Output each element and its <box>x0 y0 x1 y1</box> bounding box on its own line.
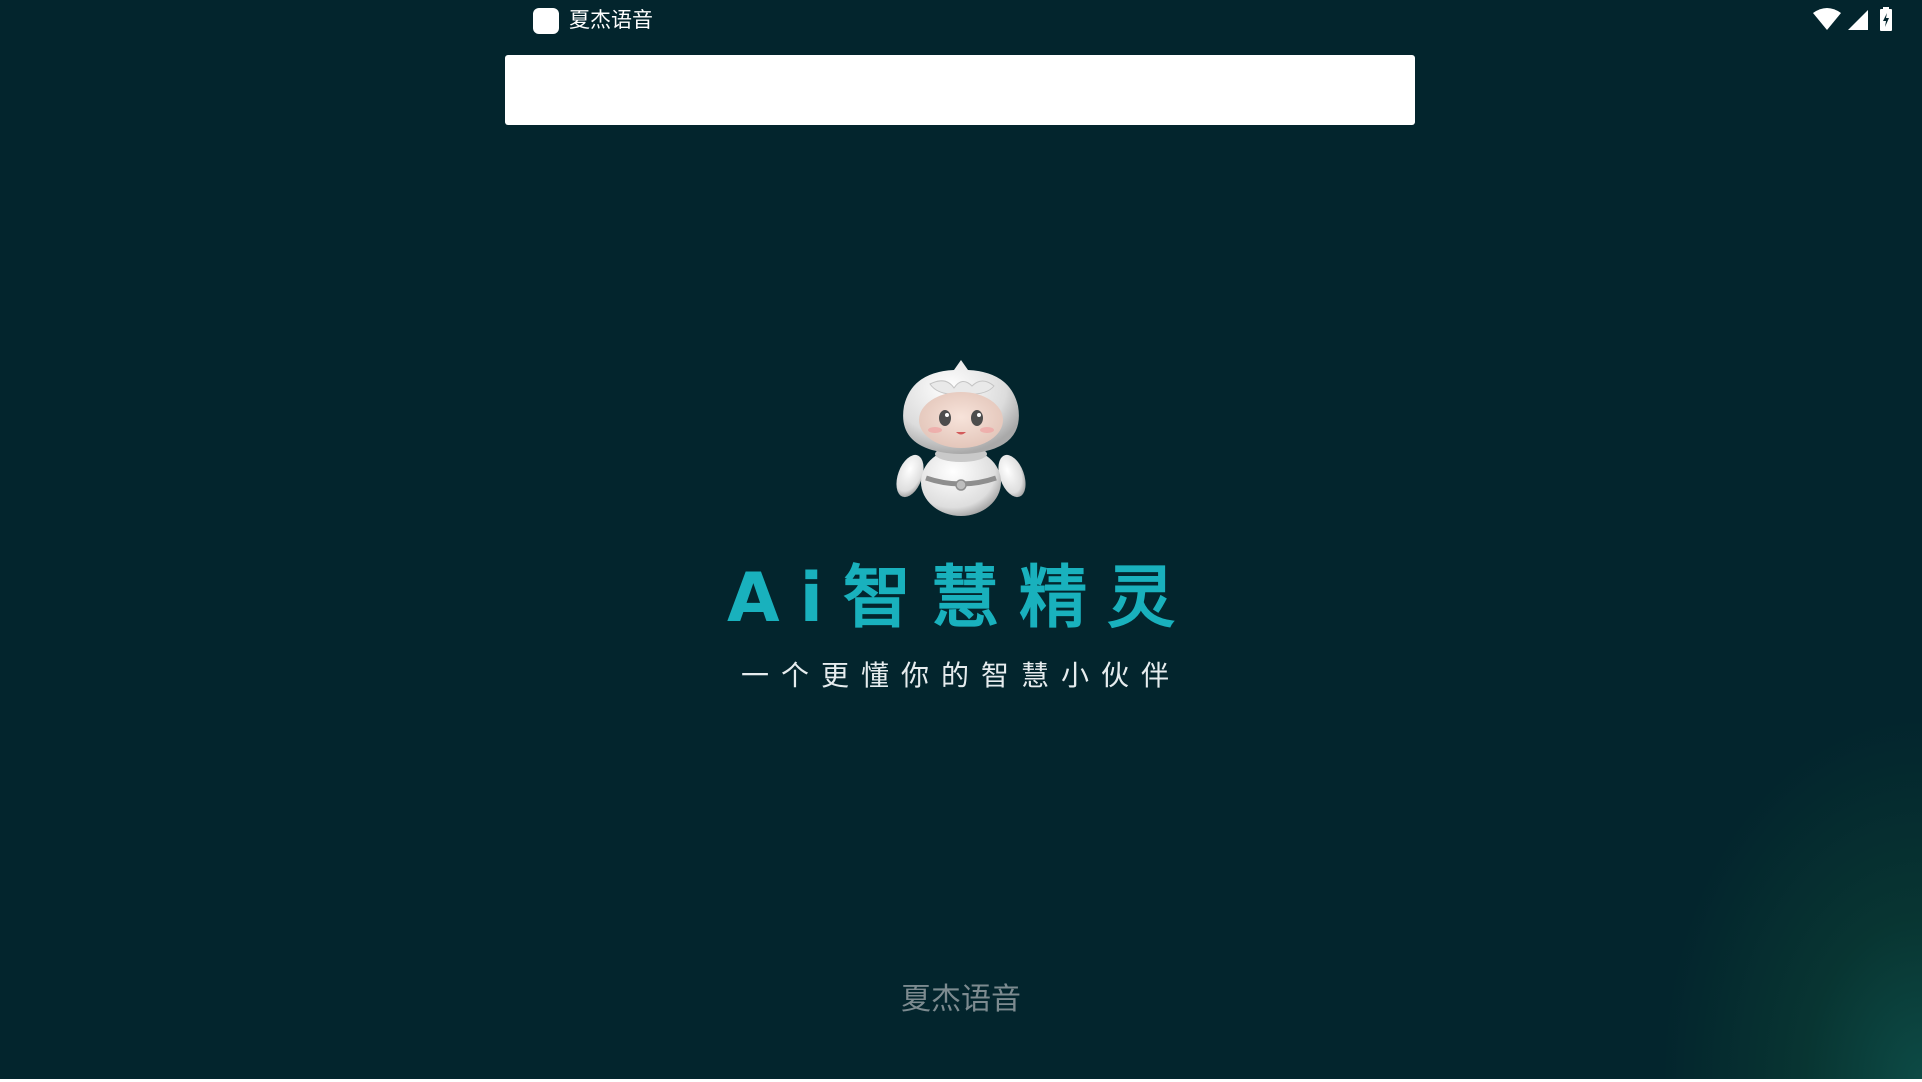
wifi-icon <box>1813 8 1841 30</box>
battery-charging-icon <box>1880 7 1892 31</box>
app-title: 夏杰语音 <box>569 8 653 32</box>
splash-screen: 夏杰语音 Ai智慧精灵 一个更懂你的智慧小伙伴 夏杰语音 <box>0 0 1922 1079</box>
search-bar[interactable] <box>505 55 1415 125</box>
footer-brand: 夏杰语音 <box>901 982 1021 1017</box>
status-icons <box>1812 6 1902 34</box>
cellular-signal-icon <box>1848 10 1868 30</box>
app-icon <box>533 8 559 34</box>
app-headline: Ai智慧精灵 <box>727 559 1195 638</box>
robot-mascot-icon <box>896 360 1026 516</box>
app-tagline: 一个更懂你的智慧小伙伴 <box>740 659 1181 692</box>
status-bar: 夏杰语音 <box>0 0 1922 40</box>
